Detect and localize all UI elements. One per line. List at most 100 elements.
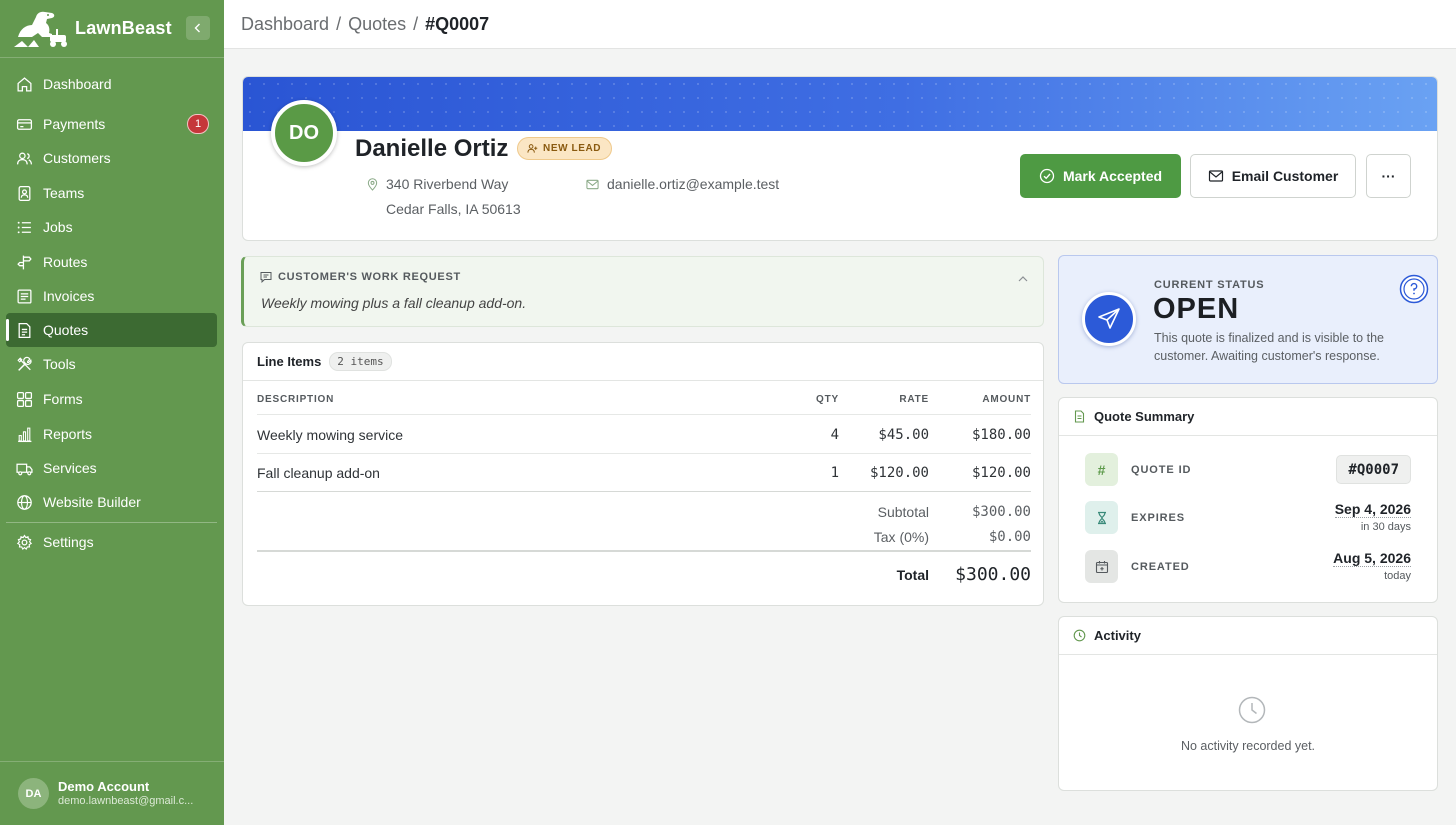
- help-icon[interactable]: [1399, 274, 1429, 304]
- collapse-sidebar-button[interactable]: [186, 16, 210, 40]
- item-description: Fall cleanup add-on: [257, 465, 380, 481]
- table-divider: [257, 414, 1031, 415]
- calendar-glyph: [1095, 560, 1108, 573]
- line-items-card: Line Items 2 items DESCRIPTION QTY RATE …: [242, 342, 1044, 606]
- email-customer-button[interactable]: Email Customer: [1190, 154, 1356, 198]
- customer-card: DO Danielle Ortiz NEW LEAD 340 Riverbend…: [242, 76, 1438, 241]
- mark-accepted-button[interactable]: Mark Accepted: [1020, 154, 1181, 198]
- item-amount: $120.00: [971, 465, 1031, 481]
- customer-email[interactable]: danielle.ortiz@example.test: [586, 172, 779, 197]
- paper-plane-icon: [1098, 308, 1120, 329]
- sidebar-item-services[interactable]: Services: [6, 451, 217, 485]
- activity-card: Activity No activity recorded yet.: [1058, 616, 1438, 791]
- item-amount: $180.00: [971, 427, 1031, 443]
- quote-summary-title: Quote Summary: [1094, 409, 1195, 424]
- sidebar-item-payments[interactable]: Payments 1: [6, 107, 217, 141]
- status-label: CURRENT STATUS: [1154, 279, 1265, 291]
- subtotal-label: Subtotal: [877, 504, 929, 520]
- sidebar-item-label: Teams: [43, 185, 85, 201]
- sidebar-item-routes[interactable]: Routes: [6, 245, 217, 279]
- breadcrumb-separator: /: [413, 13, 419, 34]
- table-divider: [257, 453, 1031, 454]
- address-line-1: 340 Riverbend Way: [386, 176, 509, 192]
- document-icon: [18, 322, 31, 338]
- hourglass-glyph: [1097, 511, 1106, 524]
- button-label: Mark Accepted: [1062, 168, 1163, 184]
- sidebar-item-label: Quotes: [43, 322, 89, 338]
- customer-name[interactable]: Danielle Ortiz: [355, 135, 508, 163]
- sidebar-item-label: Settings: [43, 534, 94, 550]
- map-pin-icon: [367, 178, 378, 191]
- sidebar-item-settings[interactable]: Settings: [6, 525, 217, 559]
- breadcrumb-link-quotes[interactable]: Quotes: [348, 14, 406, 35]
- account-menu[interactable]: DA Demo Account demo.lawnbeast@gmail.c..…: [0, 761, 224, 825]
- created-date: Aug 5, 2026: [1333, 550, 1411, 567]
- app-name: LawnBeast: [75, 18, 172, 38]
- sidebar-item-quotes[interactable]: Quotes: [6, 313, 217, 347]
- sidebar-item-website-builder[interactable]: Website Builder: [6, 485, 217, 519]
- sidebar-item-forms[interactable]: Forms: [6, 382, 217, 416]
- sidebar-item-customers[interactable]: Customers: [6, 141, 217, 175]
- sidebar-item-label: Invoices: [43, 288, 95, 304]
- expires-date: Sep 4, 2026: [1334, 501, 1411, 518]
- column-header-amount: AMOUNT: [982, 394, 1031, 405]
- globe-icon: [17, 494, 32, 510]
- sidebar-item-tools[interactable]: Tools: [6, 347, 217, 381]
- total-divider: [257, 550, 1031, 552]
- ellipsis-icon: ···: [1381, 168, 1396, 184]
- sidebar-item-reports[interactable]: Reports: [6, 417, 217, 451]
- breadcrumb-link-dashboard[interactable]: Dashboard: [241, 14, 329, 35]
- total-label: Total: [896, 567, 929, 583]
- work-request-label: CUSTOMER'S WORK REQUEST: [278, 271, 461, 283]
- sidebar-item-label: Routes: [43, 254, 88, 270]
- gear-icon: [16, 534, 33, 550]
- email-text: danielle.ortiz@example.test: [607, 176, 780, 192]
- hourglass-icon: [1085, 501, 1118, 534]
- truck-icon: [16, 463, 33, 475]
- item-qty: 1: [830, 465, 839, 481]
- mail-icon: [586, 179, 599, 190]
- list-icon: [17, 221, 31, 233]
- status-value: OPEN: [1153, 293, 1240, 325]
- credit-card-icon: [16, 118, 33, 130]
- check-circle-icon: [1039, 168, 1055, 184]
- chevron-up-icon[interactable]: [1017, 273, 1029, 285]
- account-email: demo.lawnbeast@gmail.c...: [58, 794, 194, 807]
- quote-id-label: QUOTE ID: [1131, 464, 1192, 476]
- subtotal-value: $300.00: [971, 504, 1031, 520]
- bar-chart-icon: [18, 427, 32, 442]
- file-icon: [1074, 410, 1085, 423]
- activity-empty-message: No activity recorded yet.: [1180, 739, 1316, 753]
- breadcrumb: Dashboard / Quotes / #Q0007: [224, 0, 1456, 49]
- more-actions-button[interactable]: ···: [1366, 154, 1411, 198]
- sidebar: LawnBeast Dashboard Payments 1 Customers…: [0, 0, 224, 825]
- sidebar-item-label: Payments: [43, 116, 106, 132]
- column-header-description: DESCRIPTION: [257, 394, 335, 405]
- item-rate: $45.00: [878, 427, 929, 443]
- status-icon-circle: [1082, 292, 1136, 346]
- status-badge: NEW LEAD: [517, 137, 613, 160]
- clock-icon: [1238, 696, 1266, 724]
- signpost-icon: [17, 255, 32, 269]
- dinosaur-mower-logo-icon: [14, 11, 67, 47]
- sidebar-item-label: Tools: [43, 356, 76, 372]
- sidebar-item-teams[interactable]: Teams: [6, 176, 217, 210]
- customer-avatar: DO: [271, 100, 337, 166]
- tax-label: Tax (0%): [873, 529, 929, 545]
- work-request-heading: CUSTOMER'S WORK REQUEST: [260, 271, 461, 283]
- column-header-qty: QTY: [816, 394, 839, 405]
- address-line-2: Cedar Falls, IA 50613: [386, 201, 521, 217]
- line-items-header: Line Items 2 items: [243, 343, 1043, 381]
- quote-summary-card: Quote Summary # QUOTE ID #Q0007 EXPIRES …: [1058, 397, 1438, 603]
- sidebar-item-label: Jobs: [43, 219, 73, 235]
- sidebar-item-invoices[interactable]: Invoices: [6, 279, 217, 313]
- sidebar-item-dashboard[interactable]: Dashboard: [6, 67, 217, 101]
- avatar: DA: [18, 778, 49, 809]
- sidebar-item-label: Dashboard: [43, 76, 112, 92]
- sidebar-item-jobs[interactable]: Jobs: [6, 210, 217, 244]
- envelope-icon: [1208, 170, 1223, 182]
- line-items-count: 2 items: [329, 352, 392, 371]
- receipt-icon: [17, 288, 32, 304]
- grid-icon: [16, 391, 33, 407]
- quote-id-value[interactable]: #Q0007: [1336, 455, 1411, 484]
